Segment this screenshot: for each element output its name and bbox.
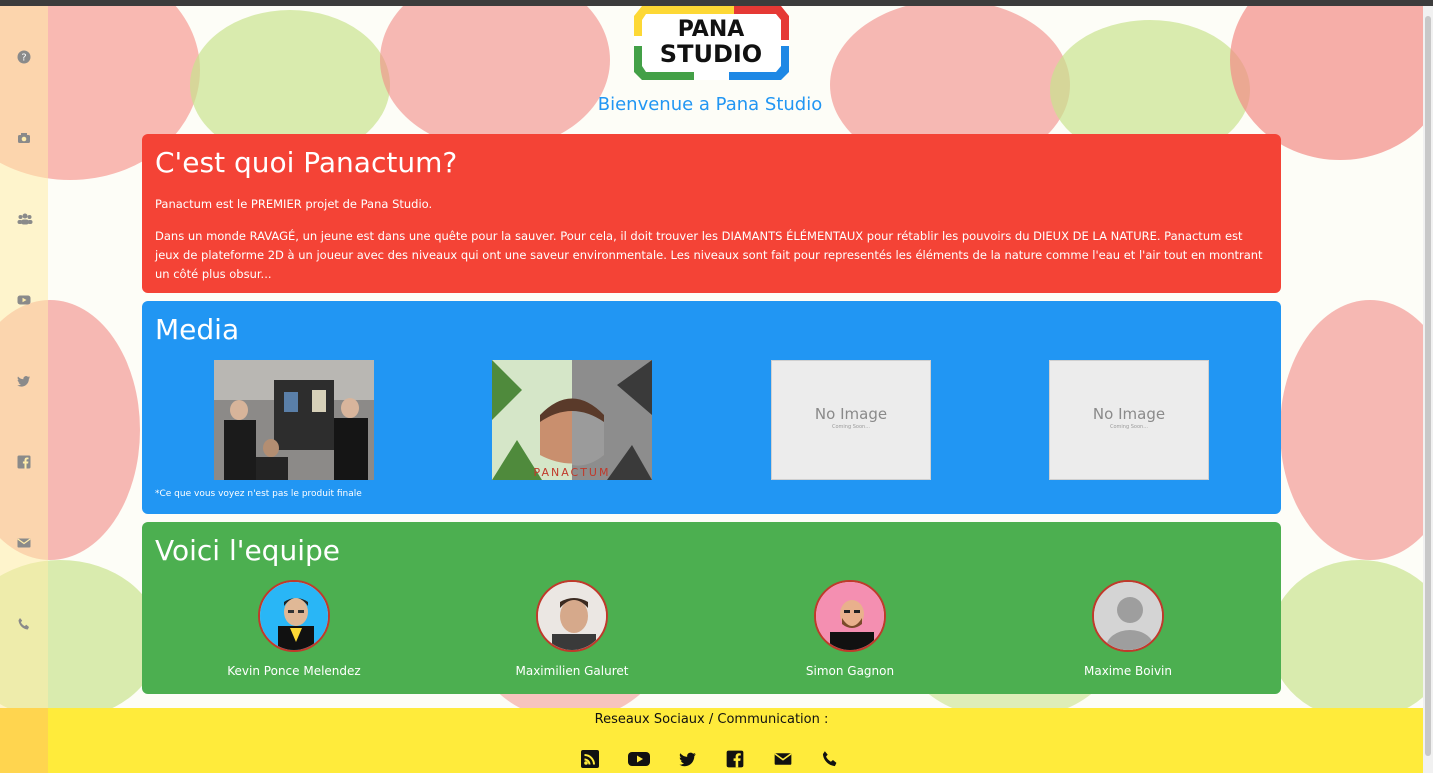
placeholder-sub: Coming Soon... — [832, 424, 870, 430]
member-name: Kevin Ponce Melendez — [227, 664, 361, 678]
game-art-label: PANACTUM — [534, 466, 611, 479]
about-description: Dans un monde RAVAGÉ, un jeune est dans … — [155, 229, 1263, 281]
media-title: Media — [155, 313, 240, 346]
social-sidebar: ? — [0, 6, 48, 708]
svg-text:?: ? — [21, 53, 26, 64]
twitter-icon[interactable] — [678, 750, 698, 770]
phone-icon[interactable] — [821, 750, 841, 770]
envelope-icon[interactable] — [17, 536, 31, 550]
avatar[interactable] — [258, 580, 330, 652]
youtube-icon[interactable] — [17, 293, 31, 307]
team-member: Simon Gagnon — [711, 580, 989, 678]
youtube-icon[interactable] — [628, 750, 650, 770]
facebook-icon[interactable] — [17, 455, 31, 469]
about-card: C'est quoi Panactum? Panactum est le PRE… — [142, 134, 1281, 293]
footer: Reseaux Sociaux / Communication : — [0, 708, 1423, 773]
team-member: Maxime Boivin — [989, 580, 1267, 678]
pana-studio-logo[interactable]: PANA STUDIO — [634, 6, 789, 80]
logo-line2: STUDIO — [660, 40, 762, 68]
media-disclaimer: *Ce que vous voyez n'est pas le produit … — [155, 489, 362, 499]
about-title: C'est quoi Panactum? — [155, 146, 458, 179]
about-intro: Panactum est le PREMIER projet de Pana S… — [155, 197, 433, 211]
team-member: Kevin Ponce Melendez — [155, 580, 433, 678]
placeholder-label: No Image — [815, 405, 887, 423]
avatar[interactable] — [536, 580, 608, 652]
rss-icon[interactable] — [581, 750, 601, 770]
avatar[interactable] — [1092, 580, 1164, 652]
users-icon[interactable] — [17, 212, 33, 226]
logo-line1: PANA — [678, 17, 745, 42]
media-card: Media PANACTUM No Image Coming Soon... N… — [142, 301, 1281, 514]
twitter-icon[interactable] — [17, 374, 31, 388]
question-icon[interactable]: ? — [17, 50, 31, 64]
media-image-placeholder-2[interactable]: No Image Coming Soon... — [1049, 360, 1209, 480]
placeholder-sub: Coming Soon... — [1110, 424, 1148, 430]
team-title: Voici l'equipe — [155, 534, 340, 567]
placeholder-label: No Image — [1093, 405, 1165, 423]
footer-sidebar-strip — [0, 708, 48, 773]
avatar[interactable] — [814, 580, 886, 652]
media-image-placeholder-1[interactable]: No Image Coming Soon... — [771, 360, 931, 480]
facebook-icon[interactable] — [726, 750, 746, 770]
phone-icon[interactable] — [17, 617, 31, 631]
team-card: Voici l'equipe Kevin Ponce Melendez Maxi… — [142, 522, 1281, 694]
footer-label: Reseaux Sociaux / Communication : — [594, 712, 829, 727]
member-name: Simon Gagnon — [805, 664, 895, 678]
camera-icon[interactable] — [17, 131, 31, 145]
member-name: Maximilien Galuret — [515, 664, 629, 678]
media-image-game-art[interactable]: PANACTUM — [492, 360, 652, 480]
welcome-heading: Bienvenue a Pana Studio — [597, 94, 823, 115]
envelope-icon[interactable] — [773, 750, 793, 770]
scrollbar-thumb[interactable] — [1425, 16, 1431, 756]
team-member: Maximilien Galuret — [433, 580, 711, 678]
member-name: Maxime Boivin — [1084, 664, 1172, 678]
media-image-team-photo[interactable] — [214, 360, 374, 480]
vertical-scrollbar[interactable] — [1423, 6, 1433, 773]
